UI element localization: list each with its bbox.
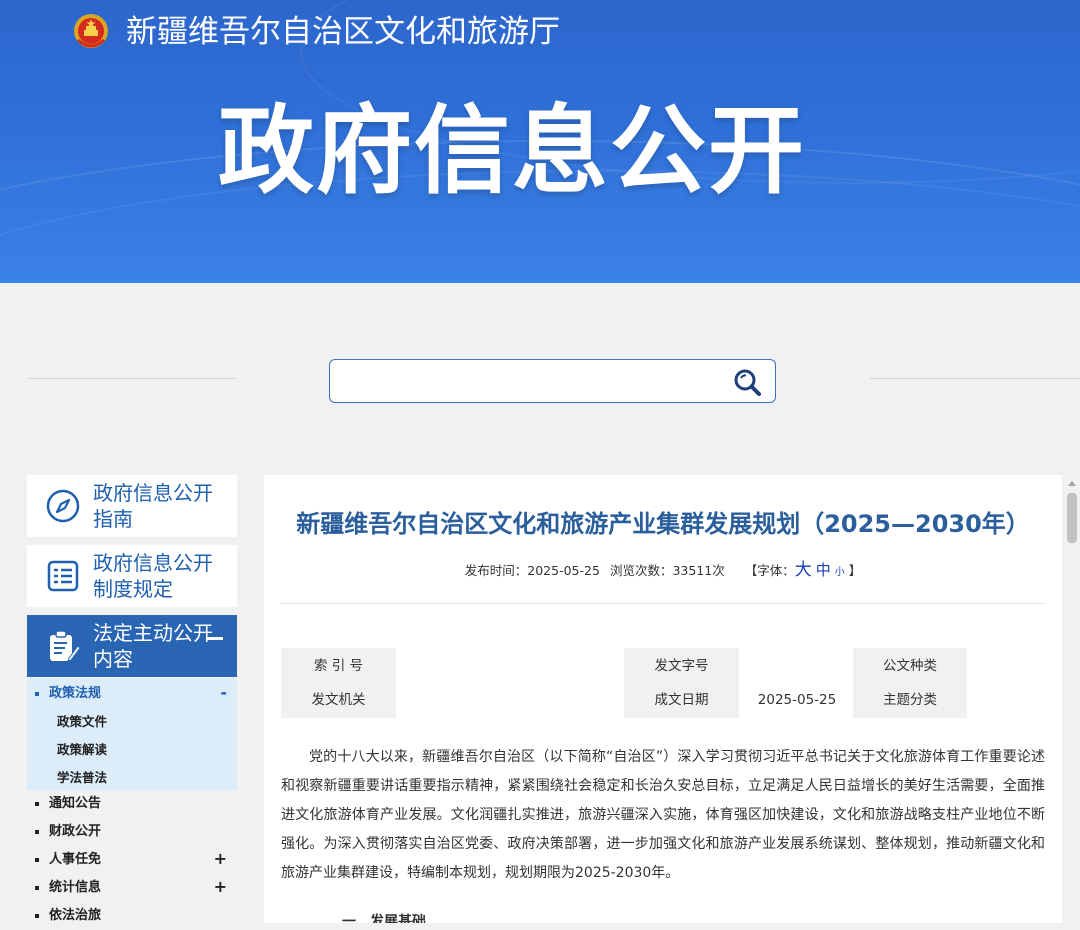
search-input[interactable] — [340, 368, 724, 396]
sidebar-card-disclosure-guide[interactable]: 政府信息公开指南 — [27, 475, 237, 537]
divider — [27, 378, 237, 379]
search-icon[interactable] — [730, 366, 764, 398]
written-date-value: 2025-05-25 — [757, 692, 837, 708]
sidebar-item-rule-of-law[interactable]: 依法治旅 — [27, 902, 237, 930]
clipboard-edit-icon — [50, 630, 81, 662]
document-number-label: 发文字号 — [624, 648, 739, 684]
sidebar-item-label: 通知公告 — [49, 796, 102, 811]
site-title[interactable]: 新疆维吾尔自治区文化和旅游厅 — [126, 10, 560, 54]
bullet-icon — [35, 802, 39, 806]
sidebar-card-label: 政府信息公开指南 — [93, 481, 213, 531]
collapse-icon[interactable] — [207, 637, 223, 640]
article-title: 新疆维吾尔自治区文化和旅游产业集群发展规划（2025—2030年） — [296, 510, 1030, 538]
bullet-icon — [35, 858, 39, 862]
publish-label: 发布时间： — [464, 563, 528, 578]
sidebar-item-label: 统计信息 — [49, 880, 102, 895]
sidebar-subitem-label: 政策解读 — [57, 742, 108, 757]
sidebar-item-label: 财政公开 — [49, 824, 102, 839]
index-number-label: 索 引 号 — [281, 648, 396, 684]
bullet-icon — [35, 886, 39, 890]
expand-icon[interactable]: + — [214, 850, 227, 868]
font-size-close: 】 — [848, 563, 862, 578]
sidebar-item-label: 依法治旅 — [49, 908, 102, 923]
section-heading: 一、发展基础 — [342, 914, 426, 923]
sidebar-item-label: 政策法规 — [49, 686, 102, 701]
sidebar-item-notices[interactable]: 通知公告 — [27, 790, 237, 818]
publish-date: 2025-05-25 — [527, 563, 600, 578]
header-banner: 新疆维吾尔自治区文化和旅游厅 政府信息公开 — [0, 0, 1080, 283]
sidebar-card-label: 政府信息公开制度规定 — [93, 551, 213, 601]
scrollbar[interactable] — [1064, 475, 1080, 923]
divider — [870, 378, 1080, 379]
bullet-icon — [35, 914, 39, 918]
compass-icon — [46, 489, 80, 523]
expand-icon[interactable]: + — [214, 878, 227, 896]
sidebar-card-statutory-content[interactable]: 法定主动公开内容 — [27, 615, 237, 677]
font-size-label: 【字体： — [744, 563, 795, 578]
sidebar-card-disclosure-rules[interactable]: 政府信息公开制度规定 — [27, 545, 237, 607]
font-size-small-button[interactable]: 小 — [835, 567, 845, 578]
sidebar-subitem-policy-interpretation[interactable]: 政策解读 — [27, 736, 237, 764]
topic-category-label: 主题分类 — [853, 682, 967, 718]
sidebar-subitem-label: 学法普法 — [57, 770, 108, 785]
national-emblem-icon[interactable] — [72, 12, 110, 52]
bullet-icon — [35, 830, 39, 834]
page-heading: 政府信息公开 — [218, 95, 806, 207]
sidebar-item-statistics[interactable]: 统计信息 + — [27, 874, 237, 902]
font-size-medium-button[interactable]: 中 — [816, 561, 831, 579]
views-label: 浏览次数： — [609, 563, 673, 578]
divider — [281, 603, 1045, 604]
sidebar-subitem-label: 政策文件 — [57, 714, 108, 729]
article-meta: 发布时间：2025-05-25 浏览次数：33511次 【字体：大 中 小 】 — [264, 561, 1062, 582]
sidebar-item-label: 人事任免 — [49, 852, 102, 867]
article-panel: 新疆维吾尔自治区文化和旅游产业集群发展规划（2025—2030年） 发布时间：2… — [264, 475, 1062, 923]
list-document-icon — [47, 560, 79, 592]
collapse-icon[interactable]: - — [220, 684, 227, 702]
sidebar-item-personnel[interactable]: 人事任免 + — [27, 846, 237, 874]
sidebar-item-fiscal[interactable]: 财政公开 — [27, 818, 237, 846]
sidebar-subitem-policy-documents[interactable]: 政策文件 — [27, 708, 237, 736]
document-type-label: 公文种类 — [853, 648, 967, 684]
written-date-label: 成文日期 — [624, 682, 739, 718]
issuing-authority-label: 发文机关 — [281, 682, 396, 718]
search-bar — [329, 359, 776, 403]
bullet-icon — [35, 692, 39, 696]
sidebar-subpanel: 政策法规 - 政策文件 政策解读 学法普法 — [27, 678, 237, 790]
sidebar-card-label: 法定主动公开内容 — [93, 621, 213, 671]
sidebar-subitem-law-education[interactable]: 学法普法 — [27, 764, 237, 792]
scrollbar-thumb[interactable] — [1067, 493, 1077, 543]
scroll-up-icon[interactable] — [1068, 481, 1076, 486]
article-body: 党的十八大以来，新疆维吾尔自治区（以下简称“自治区”）深入学习贯彻习近平总书记关… — [281, 749, 1045, 881]
font-size-large-button[interactable]: 大 — [795, 560, 812, 580]
sidebar-item-policy-regulations[interactable]: 政策法规 - — [27, 680, 237, 708]
view-count: 33511次 — [672, 563, 725, 578]
